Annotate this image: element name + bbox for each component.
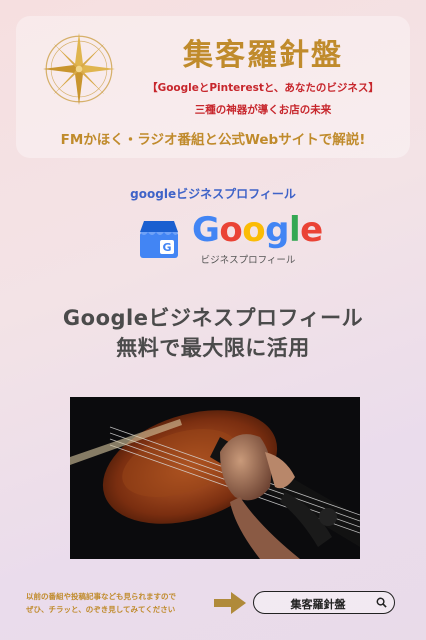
search-icon[interactable] [376, 597, 387, 608]
gbp-label: googleビジネスプロフィール [130, 187, 296, 201]
search-box[interactable]: 集客羅針盤 [253, 591, 395, 614]
main-title-line-1: Googleビジネスプロフィール [62, 306, 364, 330]
main-title: Googleビジネスプロフィール 無料で最大限に活用 [0, 303, 426, 363]
main-title-line-2: 無料で最大限に活用 [116, 336, 310, 360]
subtitle-line-2: 三種の神器が導くお店の未来 [194, 104, 332, 116]
google-letter: e [300, 210, 323, 250]
subtitle-line-1: 【GoogleとPinterestと、あなたのビジネス】 [147, 82, 379, 94]
arrow-right-icon [214, 592, 246, 614]
svg-text:G: G [162, 241, 171, 254]
search-text: 集客羅針盤 [290, 598, 346, 611]
google-business-store-icon: G [140, 221, 178, 258]
google-logo-subtext: ビジネスプロフィール [200, 255, 296, 266]
google-letter: o [219, 210, 243, 250]
headline: FMかほく・ラジオ番組と公式Webサイトで解説! [60, 132, 366, 148]
google-letter: o [242, 210, 266, 250]
compass-rose-icon [42, 32, 116, 106]
violin-photo [70, 397, 360, 559]
footer-note: 以前の番組や投稿記事なども見られますので ぜひ、チラッと、のぞき見してみてくださ… [26, 590, 216, 616]
footer-note-line-1: 以前の番組や投稿記事なども見られますので [26, 592, 176, 601]
google-wordmark: Google [192, 210, 323, 250]
brand-title: 集客羅針盤 [183, 38, 343, 73]
google-letter: G [192, 210, 220, 250]
google-letter: l [288, 210, 301, 250]
footer-note-line-2: ぜひ、チラッと、のぞき見してみてください [26, 605, 176, 614]
google-letter: g [265, 210, 289, 250]
